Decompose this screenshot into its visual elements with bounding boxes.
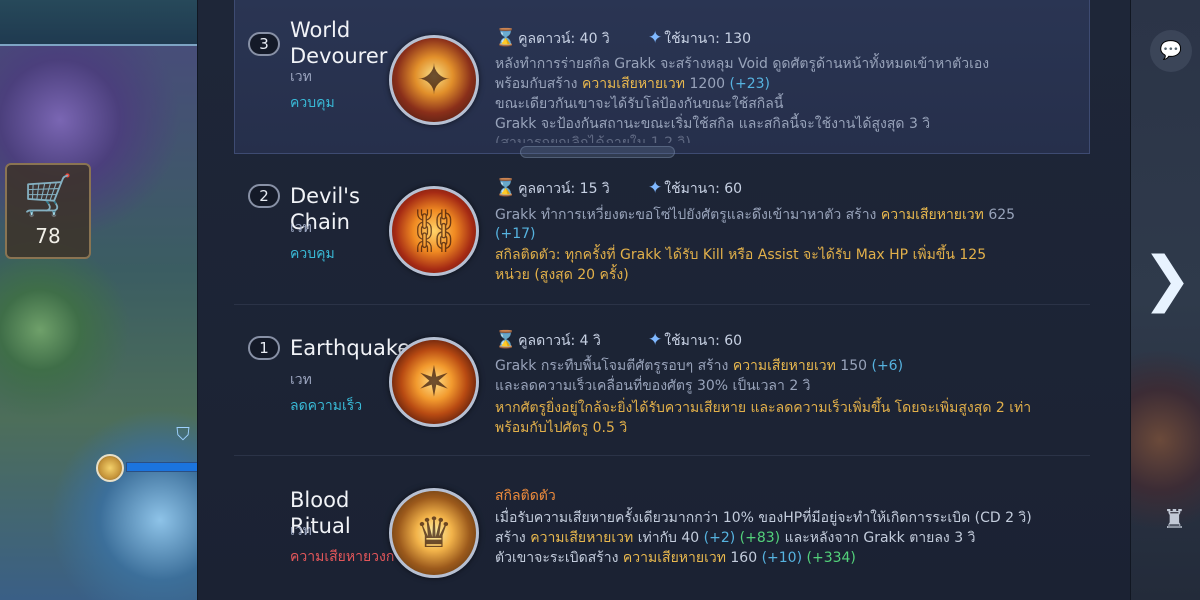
cooldown-stat: ⌛ คูลดาวน์: 15 วิ (495, 178, 610, 198)
skill-description: ตัวเขาจะระเบิดสร้าง ความเสียหายเวท 160 (… (495, 550, 856, 566)
skill-description: (สามารถยกเลิกได้ภายใน 1.2 วิ) (495, 135, 691, 143)
shop-button[interactable]: 🛒 78 (5, 163, 91, 259)
skill-level-badge: 2 (248, 184, 280, 208)
minimap[interactable] (0, 0, 210, 46)
skill-passive-description: พร้อมกับไปศัตรู 0.5 วิ (495, 420, 628, 436)
skill-tag: ลดความเร็ว (290, 398, 363, 414)
skill-description: หลังทำการร่ายสกิล Grakk จะสร้างหลุม Void… (495, 56, 990, 72)
mana-stat: ✦ ใช้มานา: 60 (648, 178, 743, 198)
skill-type: เวท (290, 523, 312, 539)
skill-type: เวท (290, 220, 312, 236)
row-divider (234, 455, 1090, 456)
hourglass-icon: ⌛ (495, 178, 517, 198)
chevron-right-icon: ❯ (1142, 244, 1193, 314)
hourglass-icon: ⌛ (495, 330, 517, 350)
skill-name: Earthquake (290, 336, 411, 360)
cart-icon: 🛒 (23, 173, 73, 219)
tower-icon: ♜ (1162, 505, 1186, 535)
row-divider (234, 304, 1090, 305)
next-page-arrow[interactable]: ❯ (1142, 244, 1192, 314)
skill-passive-description: หน่วย (สูงสุด 20 ครั้ง) (495, 267, 629, 283)
world-devourer-icon: ✦ (389, 35, 479, 125)
skill-description: ขณะเดียวกันเขาจะได้รับโล่ป้องกันขณะใช้สก… (495, 96, 784, 112)
skill-tag: ควบคุม (290, 246, 335, 262)
cooldown-stat: ⌛ คูลดาวน์: 4 วิ (495, 330, 601, 350)
skill-passive-description: หากศัตรูยิ่งอยู่ใกล้จะยิ่งได้รับความเสีย… (495, 400, 1032, 416)
skill-description: สร้าง ความเสียหายเวท เท่ากับ 40 (+2) (+8… (495, 530, 976, 546)
skill-tag: ควบคุม (290, 95, 335, 111)
skill-level-badge: 3 (248, 32, 280, 56)
cooldown-stat: ⌛ คูลดาวน์: 40 วิ (495, 28, 610, 48)
hero-portrait (96, 454, 124, 482)
skill-description: พร้อมกับสร้าง ความเสียหายเวท 1200 (+23) (495, 76, 770, 92)
skill-description: Grakk ทำการเหวี่ยงตะขอโซ่ไปยังศัตรูและดึ… (495, 207, 1016, 223)
mana-sparkle-icon: ✦ (648, 178, 663, 198)
skill-description: Grakk กระทืบพื้นโจมตีศัตรูรอบๆ สร้าง ควา… (495, 358, 904, 374)
skill-level-badge: 1 (248, 336, 280, 360)
skill-description: และลดความเร็วเคลื่อนที่ของศัตรู 30% เป็น… (495, 378, 811, 394)
mana-stat: ✦ ใช้มานา: 60 (648, 330, 743, 350)
mana-sparkle-icon: ✦ (648, 330, 663, 350)
chat-button[interactable]: 💬 (1150, 30, 1192, 72)
passive-label: สกิลติดตัว (495, 488, 556, 504)
skill-type: เวท (290, 69, 312, 85)
shield-icon: ⛉ (176, 424, 190, 445)
skill-passive-description: สกิลติดตัว: ทุกครั้งที่ Grakk ได้รับ Kil… (495, 247, 987, 263)
skill-description: (+17) (495, 226, 536, 242)
hourglass-icon: ⌛ (495, 28, 517, 48)
skill-name: World Devourer (290, 18, 388, 68)
earthquake-icon: ✶ (389, 337, 479, 427)
mana-sparkle-icon: ✦ (648, 28, 663, 48)
skill-description: Grakk จะป้องกันสถานะขณะเริ่มใช้สกิล และส… (495, 116, 931, 132)
devils-chain-icon: ⛓ (389, 186, 479, 276)
chat-icon: 💬 (1159, 40, 1183, 61)
game-view-left: 🛒 78 ⛉ (0, 0, 234, 600)
blood-ritual-icon: ♛ (389, 488, 479, 578)
mana-stat: ✦ ใช้มานา: 130 (648, 28, 751, 48)
gold-count: 78 (35, 224, 61, 248)
skill-description: เมื่อรับความเสียหายครั้งเดียวมากกว่า 10%… (495, 510, 1032, 526)
skill-type: เวท (290, 372, 312, 388)
